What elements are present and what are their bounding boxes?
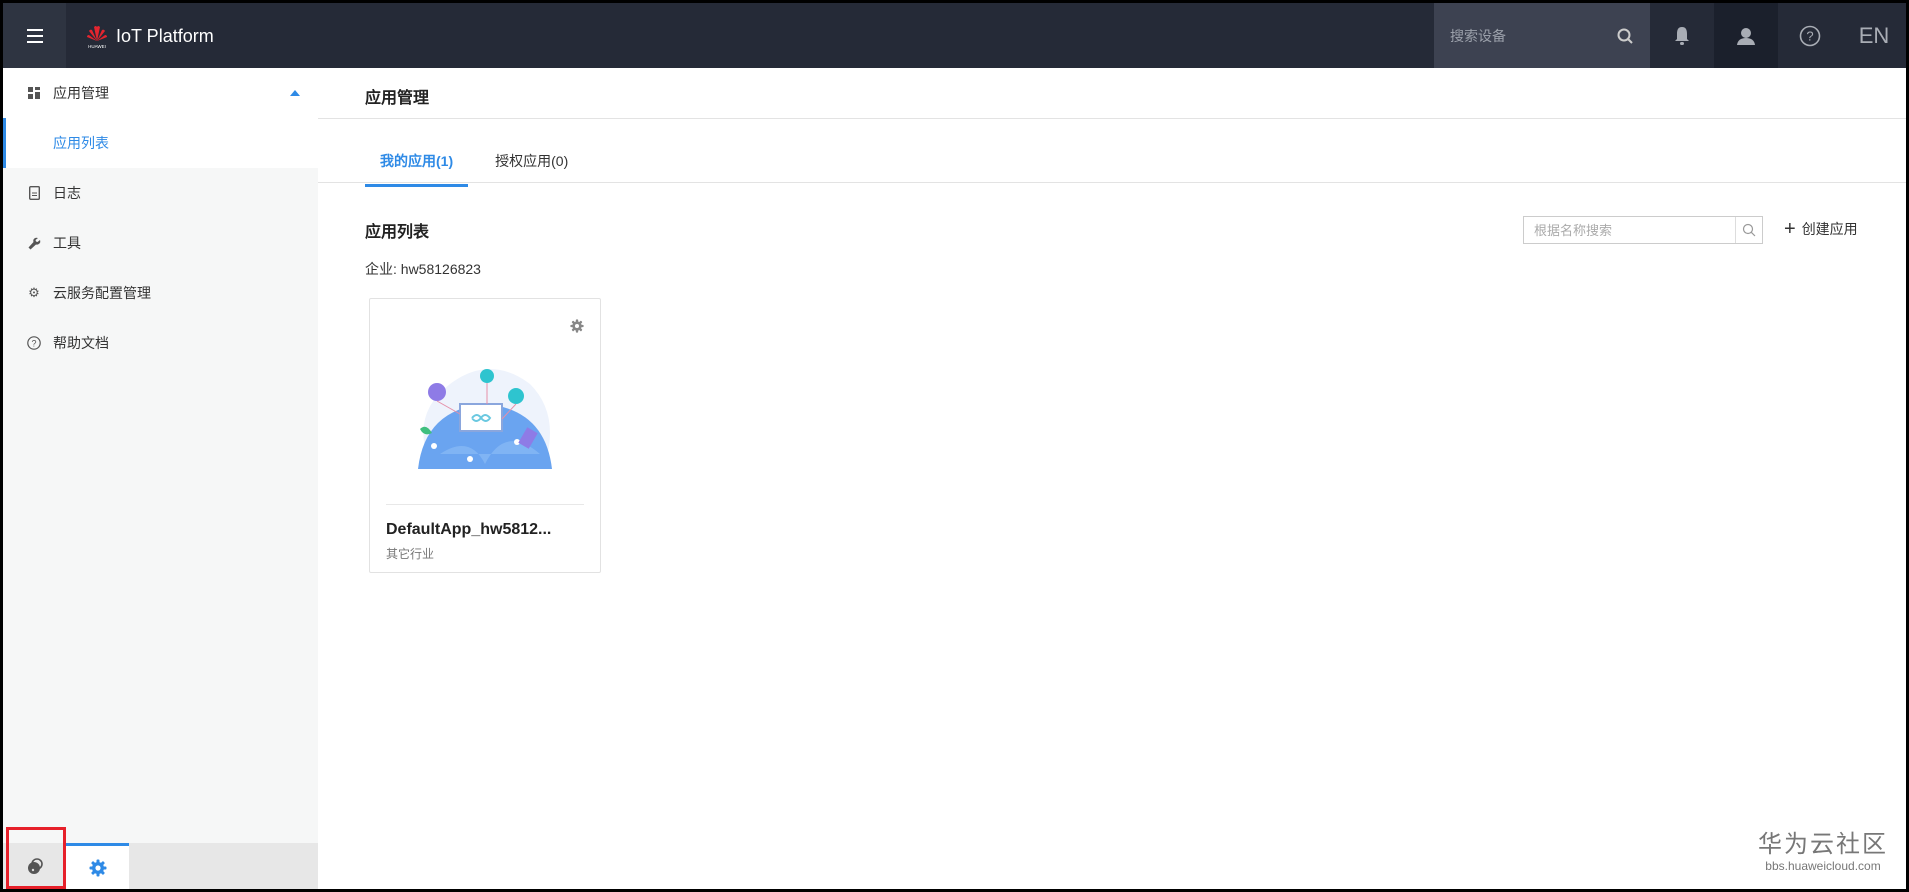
- page-title: 应用管理: [365, 90, 430, 107]
- theme-icon: [27, 858, 43, 874]
- app-search-input[interactable]: [1524, 217, 1735, 243]
- user-icon: [1737, 27, 1755, 45]
- svg-text:?: ?: [31, 339, 36, 349]
- settings-tab[interactable]: [66, 843, 129, 889]
- watermark-url: bbs.huaweicloud.com: [1765, 859, 1881, 873]
- divider: [318, 118, 1906, 119]
- menu-toggle-button[interactable]: [3, 3, 66, 68]
- sidebar-item-tools[interactable]: 工具: [3, 218, 318, 268]
- sidebar: 应用管理 应用列表 日志 工具 ⚙ 云服务配置管理 ? 帮助文档: [3, 68, 318, 889]
- gear-icon: ⚙: [28, 285, 40, 300]
- gear-icon[interactable]: [570, 319, 584, 333]
- create-app-label: 创建应用: [1801, 221, 1858, 237]
- watermark: 华为云社区 bbs.huaweicloud.com: [1758, 824, 1888, 873]
- user-button[interactable]: [1714, 3, 1778, 68]
- divider: [318, 182, 1906, 183]
- enterprise-label: 企业: hw58126823: [365, 261, 481, 277]
- sidebar-item-logs[interactable]: 日志: [3, 168, 318, 218]
- gear-icon: [89, 859, 106, 876]
- sidebar-item-label: 日志: [53, 185, 81, 201]
- app-industry: 其它行业: [386, 547, 435, 561]
- notifications-button[interactable]: [1650, 3, 1714, 68]
- wrench-icon: [27, 236, 41, 250]
- app-name: DefaultApp_hw5812...: [386, 521, 552, 538]
- sidebar-item-help-docs[interactable]: ? 帮助文档: [3, 318, 318, 368]
- section-title: 应用列表: [365, 224, 430, 241]
- logo[interactable]: HUAWEI IoT Platform: [86, 23, 214, 49]
- app-title: IoT Platform: [116, 25, 214, 46]
- divider: [386, 504, 584, 505]
- plus-icon: +: [1784, 218, 1796, 240]
- sidebar-item-label: 工具: [53, 235, 81, 251]
- create-app-button[interactable]: + 创建应用: [1784, 219, 1858, 239]
- svg-text:?: ?: [1806, 28, 1813, 43]
- search-icon: [1742, 223, 1756, 237]
- theme-toggle-button[interactable]: [3, 843, 66, 889]
- sidebar-item-app-management[interactable]: 应用管理: [3, 68, 318, 118]
- search-icon[interactable]: [1616, 27, 1634, 45]
- language-switch[interactable]: EN: [1842, 3, 1906, 68]
- hamburger-icon: [26, 34, 43, 37]
- top-header: HUAWEI IoT Platform 搜索设备 ? EN: [3, 3, 1906, 68]
- help-icon: ?: [27, 336, 41, 350]
- app-search-button[interactable]: [1735, 217, 1762, 243]
- help-icon: ?: [1799, 25, 1821, 46]
- sidebar-item-label: 应用列表: [53, 135, 109, 151]
- sidebar-item-cloud-config[interactable]: ⚙ 云服务配置管理: [3, 268, 318, 318]
- dashboard-icon: [27, 86, 41, 100]
- sidebar-item-label: 云服务配置管理: [53, 285, 151, 301]
- svg-text:HUAWEI: HUAWEI: [88, 44, 106, 49]
- sidebar-item-app-list[interactable]: 应用列表: [3, 118, 318, 168]
- app-illustration: [418, 369, 552, 469]
- main-content: 应用管理 我的应用(1) 授权应用(0) 应用列表 企业: hw58126823…: [318, 68, 1906, 889]
- huawei-logo-icon: HUAWEI: [86, 23, 108, 49]
- caret-up-icon[interactable]: [290, 90, 300, 96]
- app-card[interactable]: DefaultApp_hw5812... 其它行业: [369, 298, 601, 573]
- watermark-title: 华为云社区: [1758, 831, 1888, 858]
- app-search: [1523, 216, 1763, 244]
- help-button[interactable]: ?: [1778, 3, 1842, 68]
- document-icon: [27, 186, 41, 200]
- device-search-placeholder: 搜索设备: [1450, 27, 1506, 44]
- sidebar-item-label: 应用管理: [53, 85, 109, 101]
- sidebar-item-label: 帮助文档: [53, 335, 109, 351]
- device-search-input[interactable]: 搜索设备: [1434, 3, 1650, 68]
- bell-icon: [1675, 26, 1689, 45]
- sidebar-bottom-tabs: [3, 843, 318, 889]
